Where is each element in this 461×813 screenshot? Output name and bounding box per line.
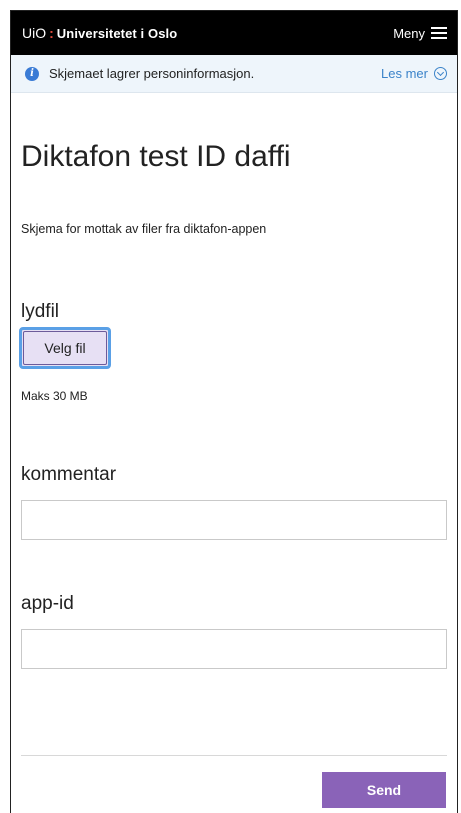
choose-file-label: Velg fil — [23, 331, 107, 365]
kommentar-input[interactable] — [21, 500, 447, 540]
form-divider — [21, 755, 447, 756]
lydfil-label: lydfil — [21, 301, 60, 322]
file-size-hint: Maks 30 MB — [21, 389, 88, 403]
site-header: UiO : Universitetet i Oslo Meny — [11, 11, 457, 55]
privacy-info-text: Skjemaet lagrer personinformasjon. — [49, 66, 255, 81]
read-more-label: Les mer — [381, 66, 428, 81]
send-button[interactable]: Send — [322, 772, 446, 808]
logo-short: UiO — [22, 25, 47, 41]
read-more-link[interactable]: Les mer — [381, 66, 447, 81]
chevron-down-circle-icon — [434, 67, 447, 80]
browser-viewport: UiO : Universitetet i Oslo Meny i Skjema… — [10, 10, 458, 813]
app-id-label: app-id — [21, 593, 74, 614]
menu-label: Meny — [393, 25, 425, 41]
info-circle-icon: i — [25, 66, 39, 81]
logo-separator: : — [49, 25, 54, 41]
uio-logo[interactable]: UiO : Universitetet i Oslo — [22, 25, 177, 41]
kommentar-label: kommentar — [21, 464, 117, 485]
privacy-info-bar: i Skjemaet lagrer personinformasjon. Les… — [11, 55, 457, 93]
menu-button[interactable]: Meny — [393, 26, 447, 41]
hamburger-menu-icon — [431, 27, 447, 39]
form-description: Skjema for mottak av filer fra diktafon-… — [21, 222, 267, 236]
choose-file-button[interactable]: Velg fil — [19, 327, 111, 369]
logo-name: Universitetet i Oslo — [56, 25, 178, 41]
form-title: Diktafon test ID daffi — [21, 140, 291, 173]
app-id-input[interactable] — [21, 629, 447, 669]
